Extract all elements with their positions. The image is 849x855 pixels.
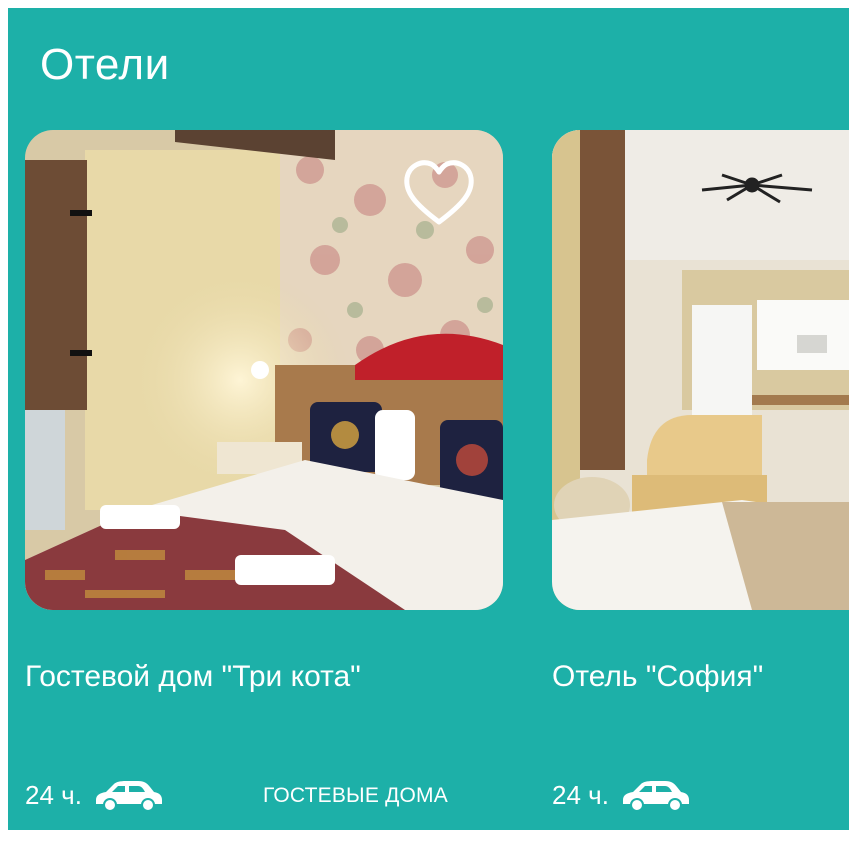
travel-time-label: 24 ч.	[25, 779, 82, 810]
hotel-card[interactable]: Отель "София" 24 ч.	[552, 130, 849, 812]
car-icon	[622, 781, 689, 812]
hotel-title[interactable]: Гостевой дом "Три кота"	[25, 660, 361, 694]
hotel-card[interactable]: Гостевой дом "Три кота" 24 ч. ГОСТЕВЫЕ Д…	[25, 130, 503, 812]
travel-time-label: 24 ч.	[552, 779, 609, 810]
hotels-section: Отели Гостевой дом "Три кота" 24 ч. ГОСТ…	[8, 8, 849, 830]
heart-outline-icon	[404, 160, 474, 225]
travel-time: 24 ч.	[552, 778, 691, 812]
hotel-category: ГОСТЕВЫЕ ДОМА	[263, 784, 448, 807]
hotel-title[interactable]: Отель "София"	[552, 660, 763, 694]
car-icon	[95, 781, 162, 812]
section-title: Отели	[40, 40, 170, 89]
travel-time: 24 ч.	[25, 778, 164, 812]
hotel-photo[interactable]	[552, 130, 849, 610]
favorite-button[interactable]	[399, 154, 479, 234]
hotel-room-photo	[552, 130, 849, 610]
hotel-photo[interactable]	[25, 130, 503, 610]
